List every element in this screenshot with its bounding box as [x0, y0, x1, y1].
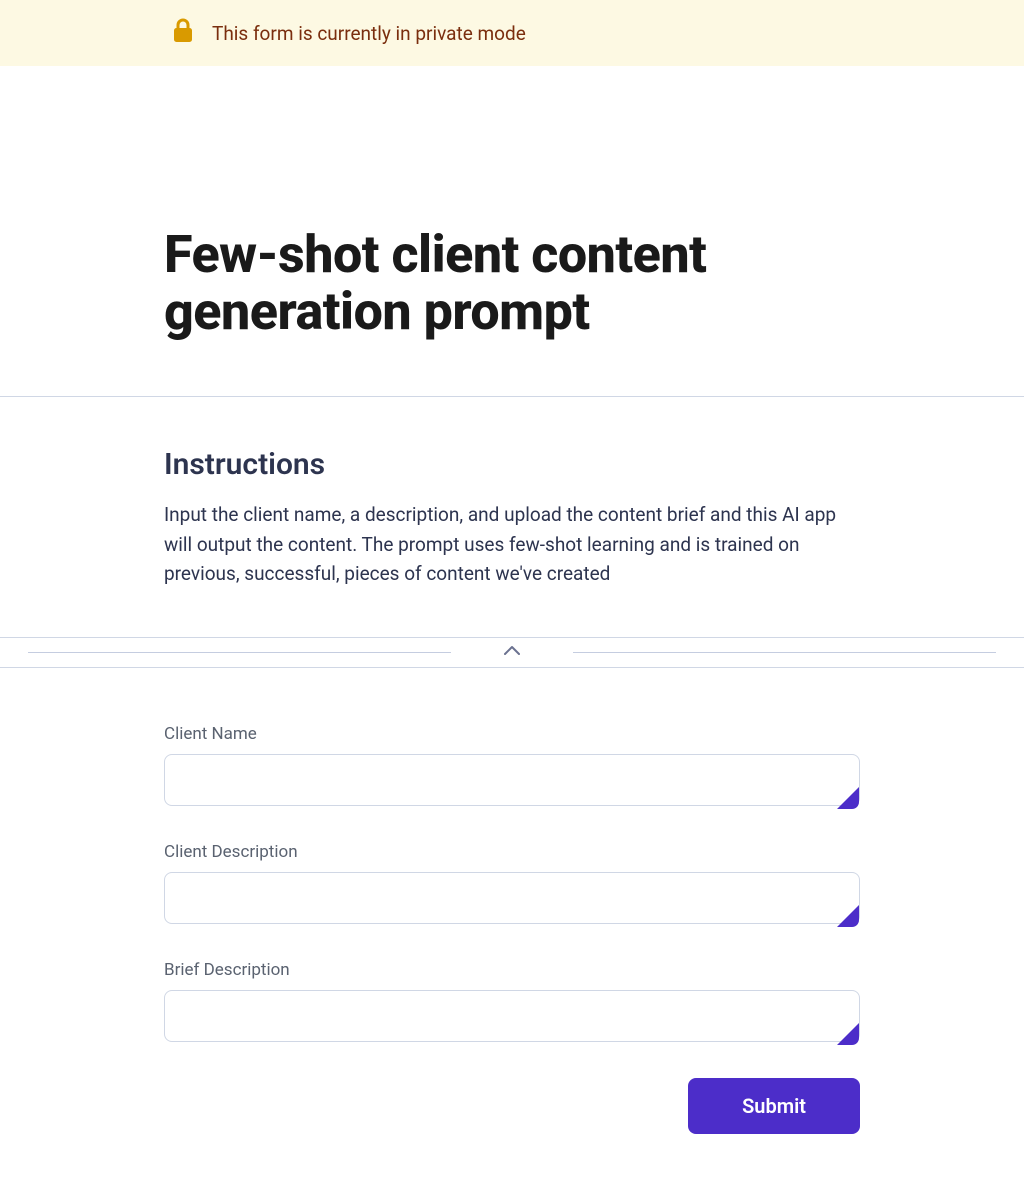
- divider-line-left: [28, 652, 451, 653]
- page-title: Few-shot client content generation promp…: [164, 226, 860, 340]
- form-actions: Submit: [164, 1078, 860, 1134]
- client-name-label: Client Name: [164, 724, 860, 744]
- client-description-input[interactable]: [164, 872, 860, 924]
- banner-text: This form is currently in private mode: [212, 22, 526, 45]
- title-section: Few-shot client content generation promp…: [164, 66, 860, 396]
- form-field-client-description: Client Description: [164, 842, 860, 928]
- instructions-section: Instructions Input the client name, a de…: [164, 397, 860, 636]
- textarea-wrapper: [164, 754, 860, 810]
- form-field-client-name: Client Name: [164, 724, 860, 810]
- brief-description-label: Brief Description: [164, 960, 860, 980]
- form-wrapper: Client Name Client Description Brief Des…: [0, 668, 1024, 1134]
- textarea-wrapper: [164, 990, 860, 1046]
- client-description-label: Client Description: [164, 842, 860, 862]
- form-field-brief-description: Brief Description: [164, 960, 860, 1046]
- divider-line-right: [573, 652, 996, 653]
- client-name-input[interactable]: [164, 754, 860, 806]
- textarea-wrapper: [164, 872, 860, 928]
- private-mode-banner: This form is currently in private mode: [0, 0, 1024, 66]
- instructions-heading: Instructions: [164, 447, 860, 482]
- collapse-button[interactable]: [479, 643, 545, 662]
- instructions-body: Input the client name, a description, an…: [164, 500, 860, 588]
- brief-description-input[interactable]: [164, 990, 860, 1042]
- content-wrapper: Few-shot client content generation promp…: [0, 66, 1024, 396]
- chevron-up-icon: [503, 645, 521, 660]
- lock-icon: [172, 18, 194, 48]
- instructions-wrapper: Instructions Input the client name, a de…: [0, 397, 1024, 636]
- submit-button[interactable]: Submit: [688, 1078, 860, 1134]
- collapse-divider: [0, 637, 1024, 668]
- form-section: Client Name Client Description Brief Des…: [164, 668, 860, 1134]
